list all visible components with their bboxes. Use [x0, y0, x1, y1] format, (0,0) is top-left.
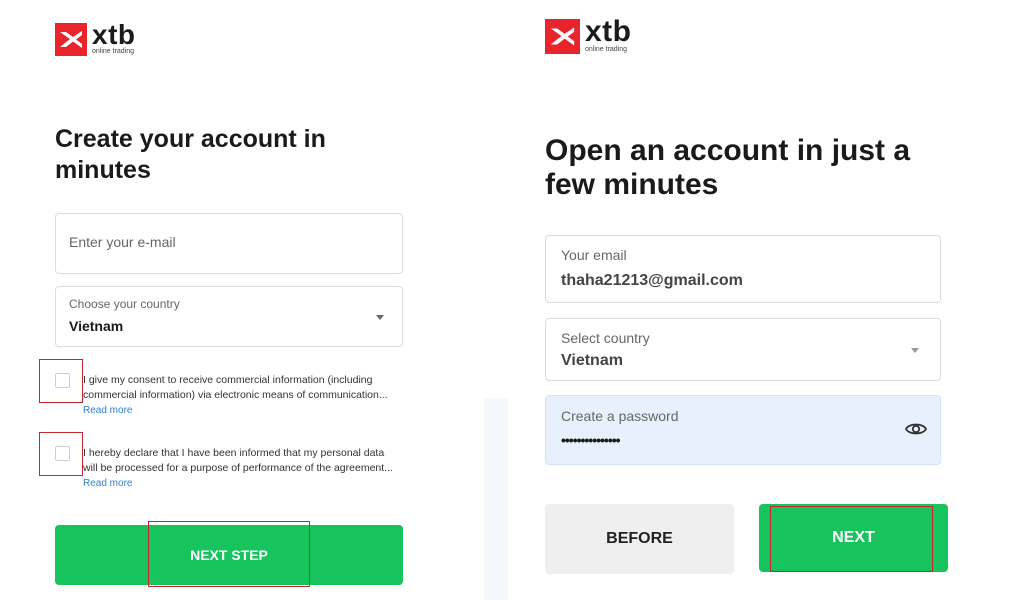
- country-label: Choose your country: [69, 297, 180, 311]
- country-label: Select country: [561, 330, 650, 346]
- consent-text-1: I give my consent to receive commercial …: [83, 373, 403, 402]
- logo-wordmark: xtb: [92, 19, 136, 50]
- consent-line: will be processed for a purpose of perfo…: [83, 461, 393, 474]
- email-placeholder: Enter your e-mail: [69, 234, 176, 250]
- before-label: BEFORE: [606, 530, 673, 547]
- highlight-box: [770, 506, 933, 572]
- logo-tagline: online trading: [585, 46, 628, 53]
- email-value: thaha21213@gmail.com: [561, 272, 743, 289]
- email-label: Your email: [561, 247, 627, 263]
- country-select[interactable]: Choose your country Vietnam: [55, 286, 403, 347]
- title-line: Open an account in just a: [545, 134, 911, 167]
- xtb-logo-left[interactable]: xtb online trading: [55, 19, 136, 56]
- highlight-box: [39, 432, 83, 476]
- password-value: •••••••••••••••: [561, 432, 621, 448]
- highlight-box: [148, 521, 310, 587]
- logo-tagline: online trading: [92, 48, 135, 55]
- before-button[interactable]: BEFORE: [545, 504, 734, 574]
- eye-icon[interactable]: [904, 421, 928, 442]
- logo-wordmark: xtb: [585, 15, 632, 48]
- chevron-down-icon: [376, 315, 384, 320]
- xtb-logo-right[interactable]: xtb online trading: [545, 15, 632, 54]
- read-more-link-2[interactable]: Read more: [83, 478, 132, 489]
- chevron-down-icon: [911, 348, 919, 353]
- highlight-box: [39, 359, 83, 403]
- title-line: Create your account in: [55, 125, 326, 153]
- email-field[interactable]: Enter your e-mail: [55, 213, 403, 274]
- consent-line: I give my consent to receive commercial …: [83, 374, 373, 386]
- consent-text-2: I hereby declare that I have been inform…: [83, 446, 403, 475]
- country-value: Vietnam: [69, 318, 124, 334]
- country-value: Vietnam: [561, 352, 623, 369]
- consent-line: I hereby declare that I have been inform…: [83, 447, 385, 459]
- title-line: minutes: [55, 156, 151, 184]
- country-select[interactable]: Select country Vietnam: [545, 318, 941, 381]
- xtb-logo-icon: [55, 23, 87, 56]
- consent-line: commercial information) via electronic m…: [83, 388, 388, 401]
- email-field[interactable]: Your email thaha21213@gmail.com: [545, 235, 941, 303]
- title-line: few minutes: [545, 168, 719, 201]
- read-more-link-1[interactable]: Read more: [83, 405, 132, 416]
- password-field[interactable]: Create a password •••••••••••••••: [545, 395, 941, 465]
- password-label: Create a password: [561, 408, 679, 424]
- panel-divider: [484, 398, 508, 600]
- page-title: Create your account in minutes: [55, 124, 326, 186]
- page-title: Open an account in just a few minutes: [545, 134, 910, 202]
- xtb-logo-icon: [545, 19, 580, 54]
